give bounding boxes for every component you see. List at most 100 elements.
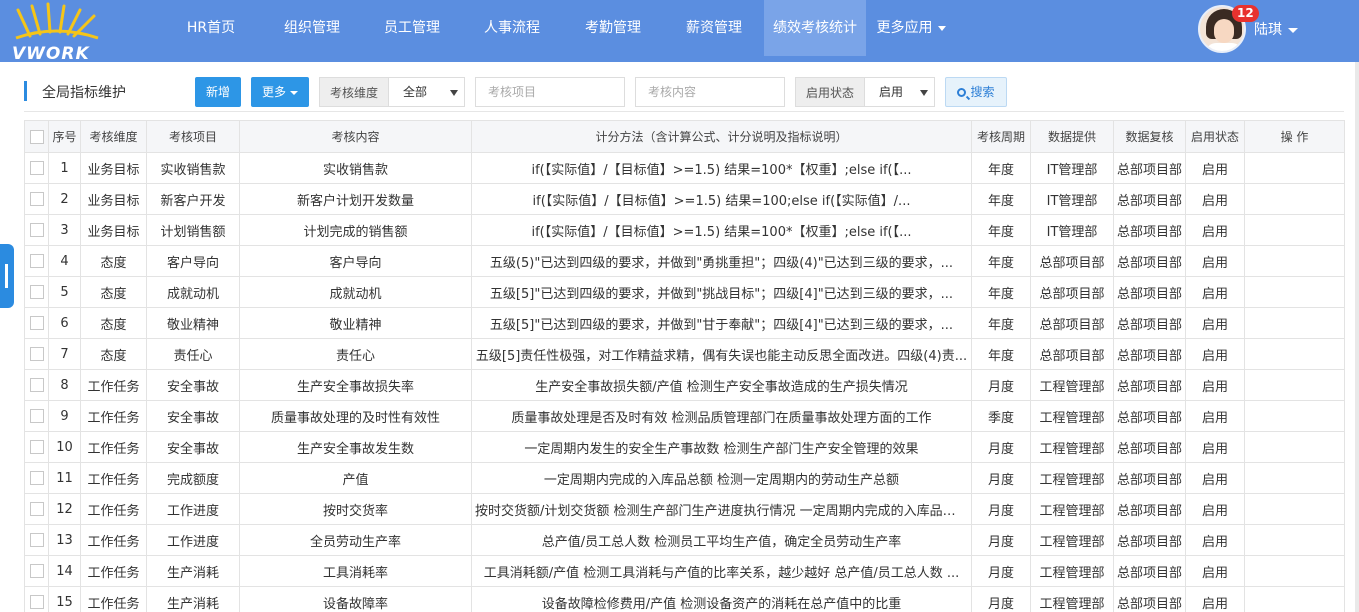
table-row[interactable]: 8 工作任务 安全事故 生产安全事故损失率 生产安全事故损失额/产值 检测生产安全事故造… bbox=[24, 369, 1345, 401]
row-checkbox[interactable] bbox=[29, 502, 44, 516]
dimension-select[interactable]: 全部 bbox=[388, 77, 465, 107]
row-select-cell[interactable] bbox=[24, 214, 49, 246]
search-button[interactable]: 搜索 bbox=[945, 77, 1007, 107]
nav-org-management[interactable]: 组织管理 bbox=[262, 0, 362, 56]
col-header[interactable]: 数据提供 bbox=[1030, 120, 1114, 153]
sidebar-toggle-tab[interactable] bbox=[0, 244, 14, 308]
row-actions-cell[interactable] bbox=[1244, 400, 1345, 432]
table-row[interactable]: 6 态度 敬业精神 敬业精神 五级[5]"已达到四级的要求，并做到"甘于奉献"；四级[4… bbox=[24, 307, 1345, 339]
row-checkbox[interactable] bbox=[29, 378, 44, 392]
row-checkbox[interactable] bbox=[29, 192, 44, 206]
add-button[interactable]: 新增 bbox=[195, 77, 241, 107]
content-search-input[interactable]: 考核内容 bbox=[635, 77, 785, 107]
table-row[interactable]: 1 业务目标 实收销售款 实收销售款 if(【实际值】/【目标值】>=1.5) 结果=1… bbox=[24, 152, 1345, 184]
col-header[interactable]: 考核周期 bbox=[971, 120, 1031, 153]
col-header[interactable]: 数据复核 bbox=[1113, 120, 1186, 153]
row-select-cell[interactable] bbox=[24, 307, 49, 339]
row-select-cell[interactable] bbox=[24, 493, 49, 525]
row-checkbox[interactable] bbox=[29, 223, 44, 237]
row-checkbox[interactable] bbox=[29, 347, 44, 361]
col-header[interactable]: 考核内容 bbox=[239, 120, 472, 153]
table-cell: 工作进度 bbox=[146, 493, 240, 525]
row-select-cell[interactable] bbox=[24, 462, 49, 494]
col-header[interactable]: 操 作 bbox=[1244, 120, 1345, 153]
select-all-checkbox[interactable] bbox=[29, 129, 44, 144]
nav-performance-stats[interactable]: 绩效考核统计 bbox=[764, 0, 866, 56]
table-row[interactable]: 9 工作任务 安全事故 质量事故处理的及时性有效性 质量事故处理是否及时有效 检测品质管… bbox=[24, 400, 1345, 432]
row-actions-cell[interactable] bbox=[1244, 276, 1345, 308]
row-select-cell[interactable] bbox=[24, 369, 49, 401]
row-select-cell[interactable] bbox=[24, 524, 49, 556]
table-row[interactable]: 5 态度 成就动机 成就动机 五级[5]"已达到四级的要求，并做到"挑战目标"；四级[4… bbox=[24, 276, 1345, 308]
nav-employee-management[interactable]: 员工管理 bbox=[362, 0, 462, 56]
table-cell: 启用 bbox=[1185, 183, 1245, 215]
col-header[interactable]: 序号 bbox=[48, 120, 81, 153]
row-select-cell[interactable] bbox=[24, 245, 49, 277]
row-checkbox[interactable] bbox=[29, 285, 44, 299]
table-row[interactable]: 13 工作任务 工作进度 全员劳动生产率 总产值/员工总人数 检测员工平均生产值，确定全… bbox=[24, 524, 1345, 556]
col-header[interactable]: 考核维度 bbox=[80, 120, 147, 153]
row-select-cell[interactable] bbox=[24, 276, 49, 308]
row-checkbox[interactable] bbox=[29, 471, 44, 485]
row-actions-cell[interactable] bbox=[1244, 245, 1345, 277]
vwork-logo[interactable]: VWORK bbox=[10, 2, 102, 64]
row-checkbox[interactable] bbox=[29, 440, 44, 454]
nav-attendance[interactable]: 考勤管理 bbox=[562, 0, 664, 56]
table-cell: 总部项目部 bbox=[1113, 524, 1186, 556]
row-select-cell[interactable] bbox=[24, 400, 49, 432]
nav-more-apps[interactable]: 更多应用 bbox=[866, 0, 956, 56]
table-row[interactable]: 4 态度 客户导向 客户导向 五级(5)"已达到四级的要求，并做到"勇挑重担"；四级(4… bbox=[24, 245, 1345, 277]
table-cell: 五级[5]责任性极强，对工作精益求精，偶有失误也能主动反思全面改进。四级(4)责… bbox=[471, 338, 972, 370]
row-actions-cell[interactable] bbox=[1244, 214, 1345, 246]
nav-hr-home[interactable]: HR首页 bbox=[160, 0, 262, 56]
table-row[interactable]: 15 工作任务 生产消耗 设备故障率 设备故障检修费用/产值 检测设备资产的消耗在总产值… bbox=[24, 586, 1345, 612]
row-actions-cell[interactable] bbox=[1244, 524, 1345, 556]
row-select-cell[interactable] bbox=[24, 555, 49, 587]
nav-hr-process[interactable]: 人事流程 bbox=[462, 0, 562, 56]
col-header[interactable]: 考核项目 bbox=[146, 120, 240, 153]
table-row[interactable]: 3 业务目标 计划销售额 计划完成的销售额 if(【实际值】/【目标值】>=1.5) 结… bbox=[24, 214, 1345, 246]
row-select-cell[interactable] bbox=[24, 586, 49, 612]
row-actions-cell[interactable] bbox=[1244, 462, 1345, 494]
row-checkbox[interactable] bbox=[29, 254, 44, 268]
table-row[interactable]: 10 工作任务 安全事故 生产安全事故发生数 一定周期内发生的安全生产事故数 检测生产部… bbox=[24, 431, 1345, 463]
row-checkbox[interactable] bbox=[29, 564, 44, 578]
row-actions-cell[interactable] bbox=[1244, 369, 1345, 401]
table-row[interactable]: 12 工作任务 工作进度 按时交货率 按时交货额/计划交货额 检测生产部门生产进度执行情… bbox=[24, 493, 1345, 525]
row-checkbox[interactable] bbox=[29, 533, 44, 547]
row-actions-cell[interactable] bbox=[1244, 555, 1345, 587]
more-button[interactable]: 更多 bbox=[251, 77, 309, 107]
row-actions-cell[interactable] bbox=[1244, 307, 1345, 339]
row-select-cell[interactable] bbox=[24, 152, 49, 184]
row-actions-cell[interactable] bbox=[1244, 586, 1345, 612]
row-actions-cell[interactable] bbox=[1244, 338, 1345, 370]
row-select-cell[interactable] bbox=[24, 431, 49, 463]
table-row[interactable]: 2 业务目标 新客户开发 新客户计划开发数量 if(【实际值】/【目标值】>=1.5) … bbox=[24, 183, 1345, 215]
row-checkbox[interactable] bbox=[29, 161, 44, 175]
table-row[interactable]: 7 态度 责任心 责任心 五级[5]责任性极强，对工作精益求精，偶有失误也能主动反思全面… bbox=[24, 338, 1345, 370]
table-row[interactable]: 14 工作任务 生产消耗 工具消耗率 工具消耗额/产值 检测工具消耗与产值的比率关系，越… bbox=[24, 555, 1345, 587]
item-search-input[interactable]: 考核项目 bbox=[475, 77, 625, 107]
table-cell: 年度 bbox=[971, 307, 1031, 339]
table-cell: 启用 bbox=[1185, 245, 1245, 277]
user-name[interactable]: 陆琪 bbox=[1254, 19, 1298, 39]
row-checkbox[interactable] bbox=[29, 409, 44, 423]
col-header[interactable]: 计分方法（含计算公式、计分说明及指标说明） bbox=[471, 120, 972, 153]
row-checkbox[interactable] bbox=[29, 316, 44, 330]
row-checkbox[interactable] bbox=[29, 595, 44, 609]
table-cell: if(【实际值】/【目标值】>=1.5) 结果=100;else if(【实际值… bbox=[471, 183, 972, 215]
page-scrollbar[interactable] bbox=[1355, 62, 1359, 612]
row-actions-cell[interactable] bbox=[1244, 152, 1345, 184]
row-actions-cell[interactable] bbox=[1244, 183, 1345, 215]
nav-payroll[interactable]: 薪资管理 bbox=[664, 0, 764, 56]
table-cell: 启用 bbox=[1185, 152, 1245, 184]
status-select[interactable]: 启用 bbox=[864, 77, 935, 107]
row-actions-cell[interactable] bbox=[1244, 431, 1345, 463]
row-select-cell[interactable] bbox=[24, 338, 49, 370]
row-actions-cell[interactable] bbox=[1244, 493, 1345, 525]
notification-badge[interactable]: 12 bbox=[1232, 5, 1259, 22]
select-all-cell[interactable] bbox=[24, 120, 49, 153]
col-header[interactable]: 启用状态 bbox=[1185, 120, 1245, 153]
table-row[interactable]: 11 工作任务 完成额度 产值 一定周期内完成的入库品总额 检测一定周期内的劳动生产总额… bbox=[24, 462, 1345, 494]
row-select-cell[interactable] bbox=[24, 183, 49, 215]
